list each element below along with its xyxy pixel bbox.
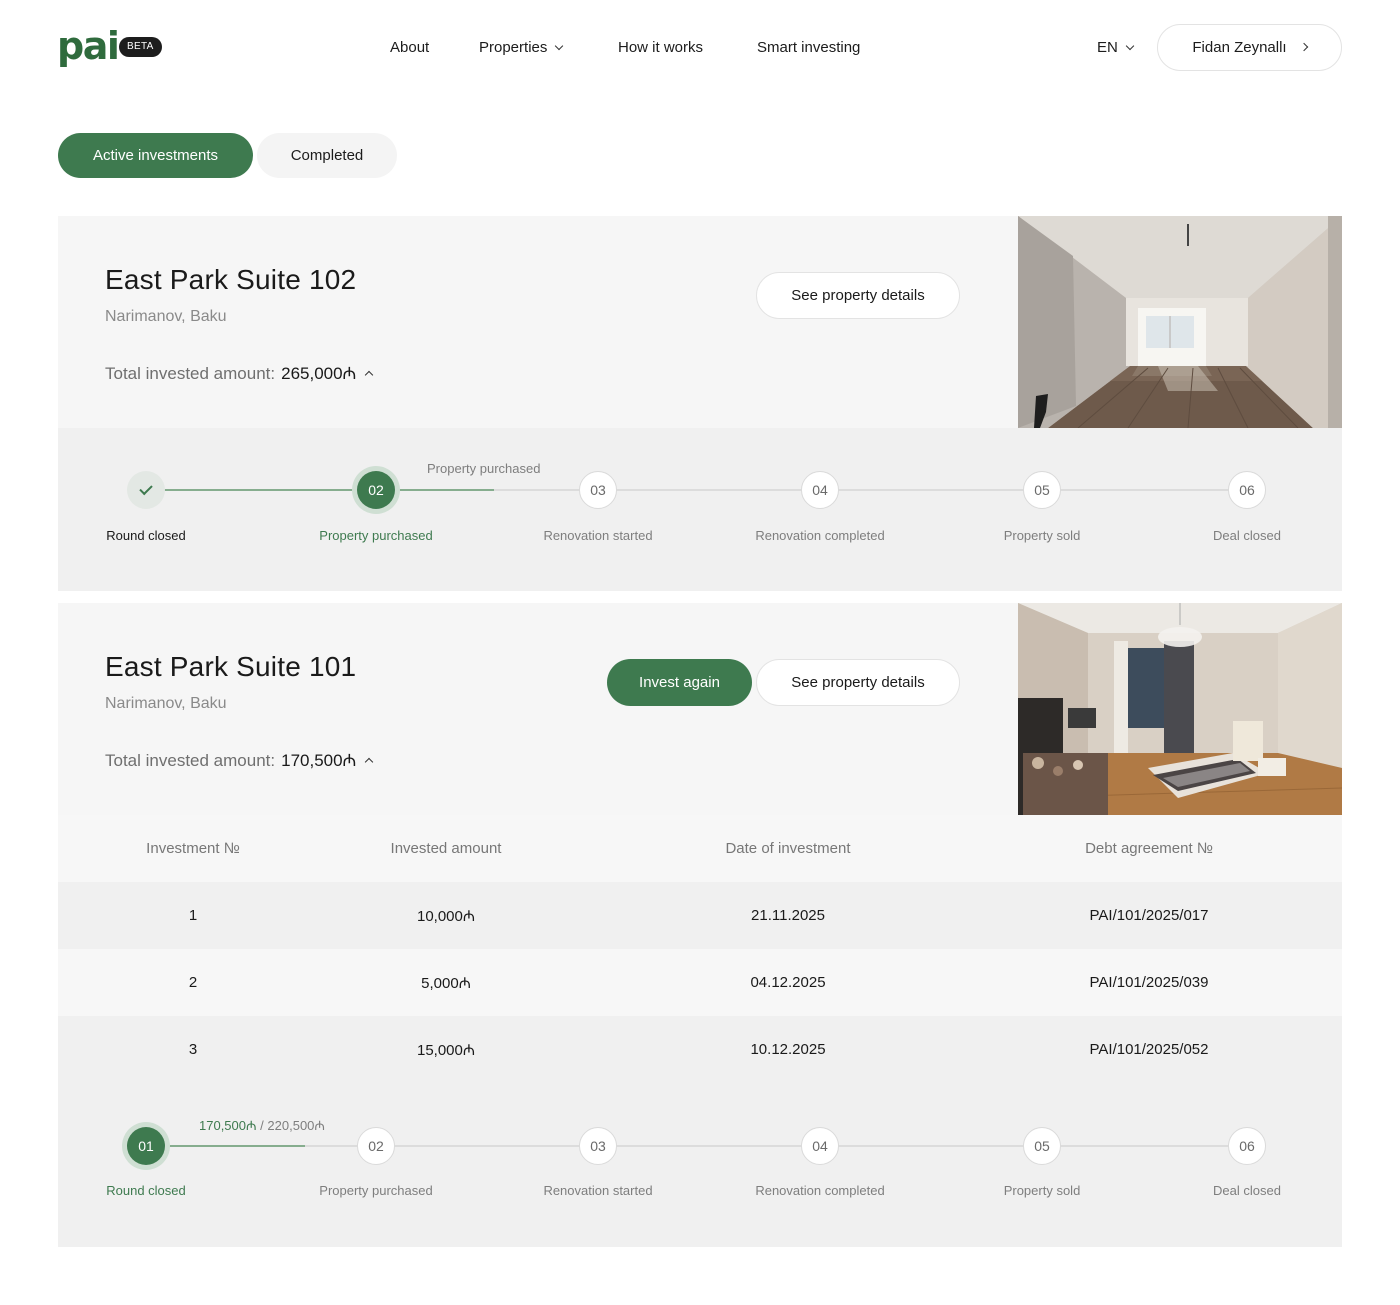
property-photo-suite-102 xyxy=(1018,216,1342,428)
property-title: East Park Suite 101 xyxy=(105,651,357,682)
column-header: Investment № xyxy=(146,840,240,857)
beta-badge: BETA xyxy=(119,37,162,57)
funding-raised: 170,500₼ xyxy=(199,1118,257,1133)
progress-stepper-suite-101: 170,500₼ / 220,500₼ 01 02 03 04 05 06 Ro… xyxy=(58,1083,1342,1247)
step-1-done xyxy=(127,471,165,509)
nav-properties[interactable]: Properties xyxy=(479,38,564,58)
total-invested-amount: 265,000₼ xyxy=(281,364,357,383)
check-icon xyxy=(139,481,153,496)
language-selector[interactable]: EN xyxy=(1097,38,1135,58)
table-row: 2 5,000₼ 04.12.2025 PAI/101/2025/039 xyxy=(58,949,1342,1016)
pai-logo[interactable]: pai xyxy=(57,27,120,65)
investment-date: 10.12.2025 xyxy=(750,1041,826,1058)
progress-line-completed xyxy=(146,489,376,491)
invest-again-button[interactable]: Invest again xyxy=(607,659,752,706)
language-label: EN xyxy=(1097,39,1118,56)
step-2-active: 02 xyxy=(357,471,395,509)
investment-date: 21.11.2025 xyxy=(751,907,825,924)
step-5: 05 xyxy=(1023,471,1061,509)
property-title: East Park Suite 102 xyxy=(105,264,357,295)
user-profile-button[interactable]: Fidan Zeynallı xyxy=(1157,24,1342,71)
chevron-up-icon[interactable] xyxy=(365,757,374,767)
step-1-label: Round closed xyxy=(106,528,186,543)
invested-amount: 5,000₼ xyxy=(421,974,471,992)
total-invested[interactable]: Total invested amount: 265,000₼ xyxy=(105,361,374,384)
step-4-label: Renovation completed xyxy=(755,1183,885,1198)
nav-about[interactable]: About xyxy=(390,38,429,58)
step-6: 06 xyxy=(1228,471,1266,509)
step-6-label: Deal closed xyxy=(1213,1183,1281,1198)
property-location: Narimanov, Baku xyxy=(105,695,227,712)
investments-table: Investment № Invested amount Date of inv… xyxy=(58,815,1342,1083)
total-invested-label: Total invested amount: xyxy=(105,364,276,383)
total-invested-amount: 170,500₼ xyxy=(281,751,357,770)
progress-line-remaining xyxy=(146,1145,1246,1147)
funding-separator: / xyxy=(260,1118,264,1133)
site-header: pai BETA About Properties How it works S… xyxy=(0,0,1400,95)
nav-properties-label: Properties xyxy=(479,39,548,56)
step-3: 03 xyxy=(579,471,617,509)
nav-smart-investing[interactable]: Smart investing xyxy=(757,38,860,58)
chevron-down-icon xyxy=(555,41,564,51)
step-3-label: Renovation started xyxy=(543,528,653,543)
investment-number: 2 xyxy=(188,974,198,991)
step-4: 04 xyxy=(801,471,839,509)
tab-completed[interactable]: Completed xyxy=(257,133,397,178)
progress-line-partial xyxy=(395,489,494,491)
table-row: 3 15,000₼ 10.12.2025 PAI/101/2025/052 xyxy=(58,1016,1342,1083)
user-name: Fidan Zeynallı xyxy=(1192,39,1287,56)
step-1-active: 01 xyxy=(127,1127,165,1165)
step-5-label: Property sold xyxy=(1003,1183,1081,1198)
debt-agreement-number: PAI/101/2025/017 xyxy=(1089,907,1209,924)
step-2-label: Property purchased xyxy=(319,1183,433,1198)
property-card-suite-101: East Park Suite 101 Narimanov, Baku Tota… xyxy=(58,603,1018,815)
funding-progress-line xyxy=(146,1145,305,1147)
current-stage-note: Property purchased xyxy=(427,461,541,476)
invested-amount: 10,000₼ xyxy=(416,907,476,925)
investment-number: 1 xyxy=(188,907,198,924)
property-photo-suite-101 xyxy=(1018,603,1342,815)
chevron-up-icon[interactable] xyxy=(365,370,374,380)
step-5: 05 xyxy=(1023,1127,1061,1165)
step-2-label: Property purchased xyxy=(319,528,433,543)
property-location: Narimanov, Baku xyxy=(105,308,227,325)
property-card-suite-102: East Park Suite 102 Narimanov, Baku Tota… xyxy=(58,216,1018,428)
column-header: Date of investment xyxy=(725,840,851,857)
column-header: Debt agreement № xyxy=(1085,840,1213,857)
debt-agreement-number: PAI/101/2025/039 xyxy=(1089,974,1209,991)
progress-stepper-suite-102: Property purchased 02 03 04 05 06 Round … xyxy=(58,428,1342,591)
total-invested[interactable]: Total invested amount: 170,500₼ xyxy=(105,748,374,771)
debt-agreement-number: PAI/101/2025/052 xyxy=(1089,1041,1209,1058)
see-property-details-button[interactable]: See property details xyxy=(756,272,960,319)
step-1-label: Round closed xyxy=(106,1183,186,1198)
step-4-label: Renovation completed xyxy=(755,528,885,543)
funding-goal: 220,500₼ xyxy=(267,1118,325,1133)
step-6: 06 xyxy=(1228,1127,1266,1165)
step-4: 04 xyxy=(801,1127,839,1165)
investment-number: 3 xyxy=(188,1041,198,1058)
column-header: Invested amount xyxy=(390,840,502,857)
step-5-label: Property sold xyxy=(1003,528,1081,543)
chevron-right-icon xyxy=(1299,42,1308,51)
funding-progress-note: 170,500₼ / 220,500₼ xyxy=(199,1116,325,1134)
total-invested-label: Total invested amount: xyxy=(105,751,276,770)
nav-how-it-works[interactable]: How it works xyxy=(618,38,703,58)
chevron-down-icon xyxy=(1125,41,1135,51)
table-header: Investment № Invested amount Date of inv… xyxy=(58,815,1342,882)
see-property-details-button[interactable]: See property details xyxy=(756,659,960,706)
step-3-label: Renovation started xyxy=(543,1183,653,1198)
table-row: 1 10,000₼ 21.11.2025 PAI/101/2025/017 xyxy=(58,882,1342,949)
tab-active-investments[interactable]: Active investments xyxy=(58,133,253,178)
step-3: 03 xyxy=(579,1127,617,1165)
investment-date: 04.12.2025 xyxy=(750,974,826,991)
invested-amount: 15,000₼ xyxy=(416,1041,476,1059)
step-2: 02 xyxy=(357,1127,395,1165)
step-6-label: Deal closed xyxy=(1213,528,1281,543)
